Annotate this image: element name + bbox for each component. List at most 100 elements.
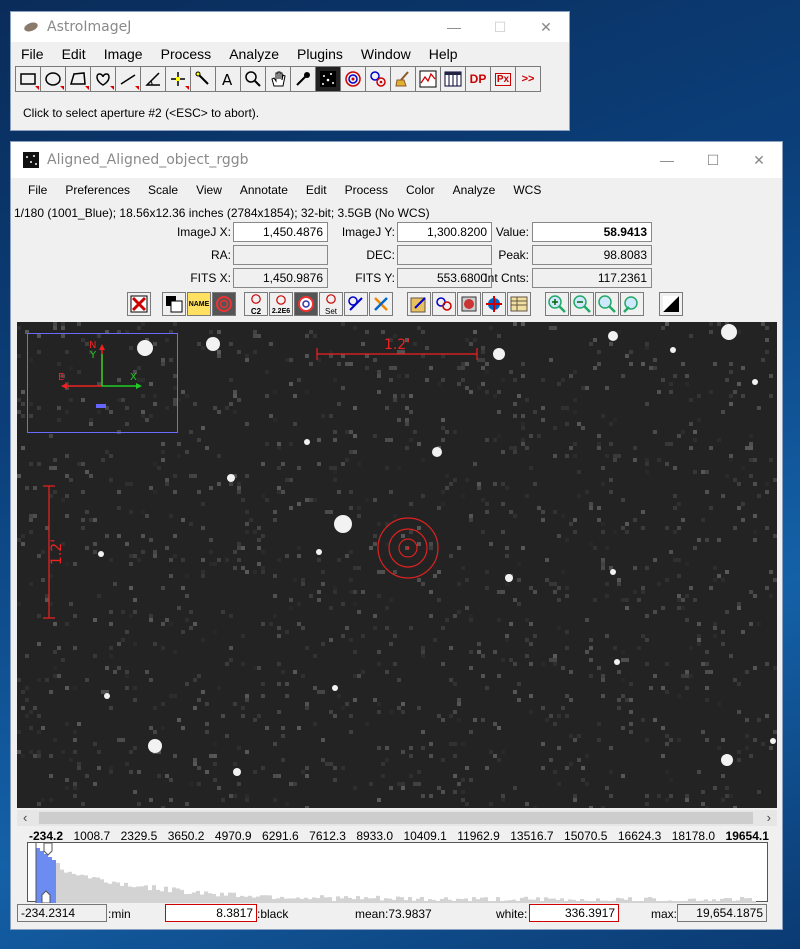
menu-window[interactable]: Window bbox=[352, 46, 420, 62]
int-cnts-field[interactable]: 117.2361 bbox=[532, 268, 652, 288]
minimize-button[interactable]: — bbox=[431, 12, 477, 42]
img-menu-preferences[interactable]: Preferences bbox=[56, 183, 139, 197]
menu-process[interactable]: Process bbox=[152, 46, 221, 62]
slice-scrollbar[interactable]: ‹ › bbox=[17, 810, 777, 826]
table-button[interactable] bbox=[440, 66, 466, 92]
img-menu-view[interactable]: View bbox=[187, 183, 231, 197]
value-field[interactable]: 58.9413 bbox=[532, 222, 652, 242]
delete-slice-button[interactable] bbox=[127, 292, 151, 316]
menu-analyze[interactable]: Analyze bbox=[220, 46, 288, 62]
image-close-button[interactable]: ✕ bbox=[736, 142, 782, 178]
menu-file[interactable]: File bbox=[12, 46, 53, 62]
freehand-tool-button[interactable] bbox=[90, 66, 116, 92]
menu-plugins[interactable]: Plugins bbox=[288, 46, 352, 62]
maximize-button[interactable]: ☐ bbox=[477, 12, 523, 42]
gain-button[interactable]: 2.2E6 bbox=[269, 292, 293, 316]
astrometry-button[interactable] bbox=[482, 292, 506, 316]
astro-tool-button[interactable] bbox=[315, 66, 341, 92]
min-field[interactable]: -234.2314 bbox=[17, 904, 107, 922]
hand-tool-button[interactable] bbox=[265, 66, 291, 92]
hist-tick: 7612.3 bbox=[309, 829, 346, 843]
scroll-thumb[interactable] bbox=[39, 812, 753, 824]
centroid-button[interactable]: C2 bbox=[244, 292, 268, 316]
aperture-display-button[interactable] bbox=[212, 292, 236, 316]
measurements-table-button[interactable] bbox=[507, 292, 531, 316]
px-label: Px bbox=[494, 72, 512, 86]
stack-align-button[interactable] bbox=[344, 292, 368, 316]
point-tool-button[interactable] bbox=[165, 66, 191, 92]
tools-icon bbox=[374, 297, 388, 311]
dp-button[interactable]: DP bbox=[465, 66, 491, 92]
close-button[interactable]: ✕ bbox=[523, 12, 569, 42]
zoom-fit-icon bbox=[623, 296, 638, 313]
img-menu-file[interactable]: File bbox=[19, 183, 56, 197]
more-tools-button[interactable]: >> bbox=[515, 66, 541, 92]
line-tool-button[interactable] bbox=[115, 66, 141, 92]
img-menu-color[interactable]: Color bbox=[397, 183, 444, 197]
aperture-overlay[interactable] bbox=[368, 508, 448, 588]
px-button[interactable]: Px bbox=[490, 66, 516, 92]
text-tool-button[interactable]: A bbox=[215, 66, 241, 92]
zoom-in-icon bbox=[573, 295, 591, 313]
img-menu-wcs[interactable]: WCS bbox=[504, 183, 550, 197]
menu-image[interactable]: Image bbox=[95, 46, 152, 62]
wand-tool-button[interactable] bbox=[190, 66, 216, 92]
angle-tool-button[interactable] bbox=[140, 66, 166, 92]
overview-panner[interactable]: N Y E X bbox=[27, 333, 178, 433]
scroll-right-icon[interactable]: › bbox=[767, 810, 771, 825]
histogram[interactable] bbox=[27, 842, 768, 904]
white-slider-handle[interactable] bbox=[43, 842, 53, 856]
hist-tick: 6291.6 bbox=[262, 829, 299, 843]
table-icon bbox=[444, 71, 462, 87]
zoom-fit-button[interactable] bbox=[620, 292, 644, 316]
contrast-button[interactable] bbox=[659, 292, 683, 316]
dropper-tool-button[interactable] bbox=[290, 66, 316, 92]
invert-button[interactable] bbox=[162, 292, 186, 316]
menu-help[interactable]: Help bbox=[420, 46, 467, 62]
oval-tool-button[interactable] bbox=[40, 66, 66, 92]
multi-aperture-button[interactable] bbox=[365, 66, 391, 92]
fits-x-label: FITS X: bbox=[190, 271, 231, 285]
clear-overlay-button[interactable] bbox=[390, 66, 416, 92]
compass-e-label: E bbox=[58, 372, 64, 383]
image-titlebar[interactable]: Aligned_Aligned_object_rggb — ☐ ✕ bbox=[11, 142, 782, 178]
scroll-left-icon[interactable]: ‹ bbox=[23, 810, 27, 825]
peak-field[interactable]: 98.8083 bbox=[532, 245, 652, 265]
svg-text:A: A bbox=[222, 71, 233, 89]
remove-aperture-button[interactable] bbox=[294, 292, 318, 316]
white-field[interactable]: 336.3917 bbox=[529, 904, 619, 922]
menu-edit[interactable]: Edit bbox=[53, 46, 95, 62]
magnifier-tool-button[interactable] bbox=[240, 66, 266, 92]
image-maximize-button[interactable]: ☐ bbox=[690, 142, 736, 178]
names-label: NAME bbox=[188, 300, 210, 308]
polygon-tool-button[interactable] bbox=[65, 66, 91, 92]
multi-aperture-tool-button[interactable] bbox=[432, 292, 456, 316]
img-menu-scale[interactable]: Scale bbox=[139, 183, 187, 197]
plot-button[interactable] bbox=[415, 66, 441, 92]
black-field[interactable]: 8.3817 bbox=[165, 904, 257, 922]
aperture-settings-button[interactable]: Set bbox=[319, 292, 343, 316]
max-field[interactable]: 19,654.1875 bbox=[677, 904, 767, 922]
multi-plot-button[interactable] bbox=[457, 292, 481, 316]
hist-tick: 15070.5 bbox=[564, 829, 608, 843]
data-processor-button[interactable] bbox=[407, 292, 431, 316]
image-canvas[interactable]: N Y E X 1.2' 1.2' bbox=[17, 322, 777, 808]
rectangle-tool-button[interactable] bbox=[15, 66, 41, 92]
img-menu-edit[interactable]: Edit bbox=[297, 183, 336, 197]
zoom-out-button[interactable] bbox=[595, 292, 619, 316]
zoom-in-fast-button[interactable] bbox=[545, 292, 569, 316]
hist-tick: 8933.0 bbox=[356, 829, 394, 843]
img-menu-analyze[interactable]: Analyze bbox=[444, 183, 505, 197]
show-names-button[interactable]: NAME bbox=[187, 292, 211, 316]
img-menu-process[interactable]: Process bbox=[336, 183, 397, 197]
hist-tick: 4970.9 bbox=[214, 829, 252, 843]
img-menu-annotate[interactable]: Annotate bbox=[231, 183, 297, 197]
tools-button[interactable] bbox=[369, 292, 393, 316]
settings-aperture-icon bbox=[326, 293, 336, 304]
main-titlebar[interactable]: AstroImageJ — ☐ ✕ bbox=[11, 12, 569, 42]
zoom-in-button[interactable] bbox=[570, 292, 594, 316]
fits-y-label: FITS Y: bbox=[355, 271, 395, 285]
image-minimize-button[interactable]: — bbox=[644, 142, 690, 178]
main-toolbar: A DP Px >> bbox=[11, 66, 569, 94]
aperture-tool-button[interactable] bbox=[340, 66, 366, 92]
